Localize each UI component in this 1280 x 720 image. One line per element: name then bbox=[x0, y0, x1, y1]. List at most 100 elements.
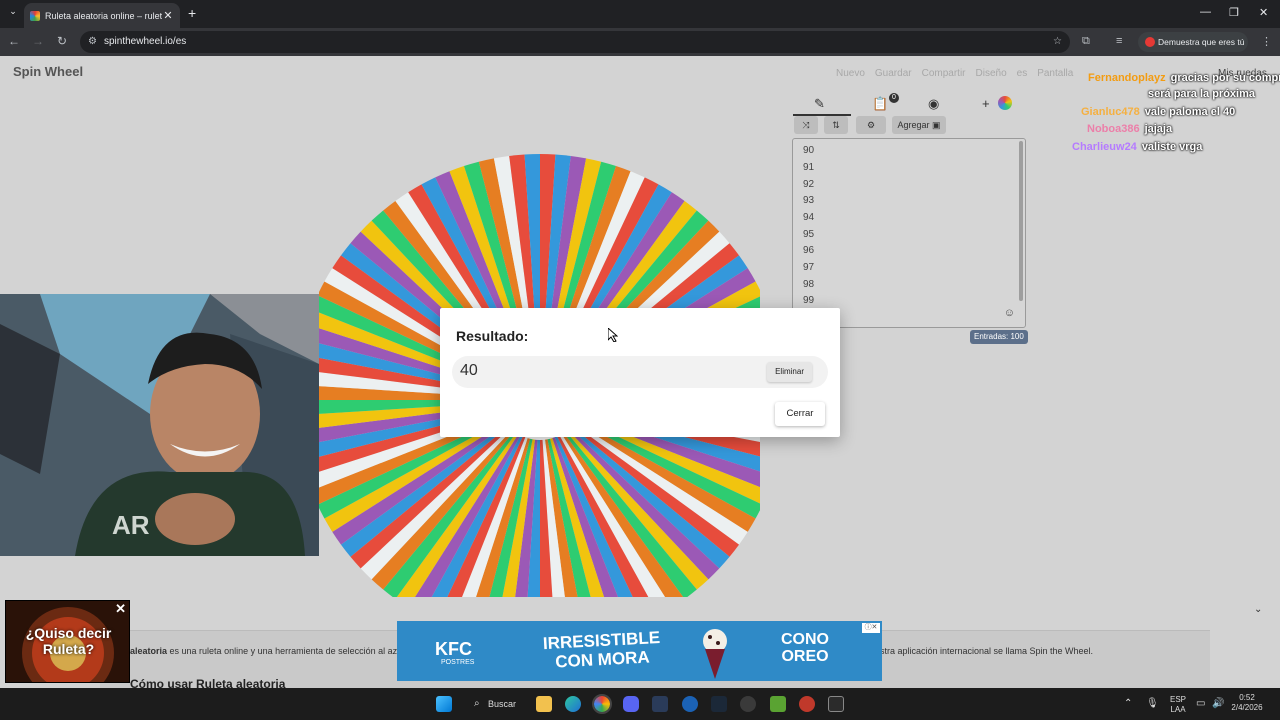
promo-text: ¿Quiso decir Ruleta? bbox=[25, 625, 112, 657]
settings-gear-icon[interactable]: ⚙ bbox=[856, 116, 886, 134]
ice-cream-cone-icon bbox=[703, 629, 727, 679]
obs-icon[interactable] bbox=[740, 696, 756, 712]
microphone-icon[interactable]: 🎙 bbox=[1146, 699, 1159, 709]
reload-icon[interactable]: ↻ bbox=[54, 34, 70, 48]
address-bar[interactable]: ⚙ spinthewheel.io/es ☆ bbox=[80, 31, 1070, 53]
entries-textarea[interactable]: 90 91 92 93 94 95 96 97 98 99 ☺ bbox=[792, 138, 1026, 328]
shuffle-button[interactable]: ⤨ bbox=[794, 116, 818, 134]
promo-close-icon[interactable]: ✕ bbox=[115, 601, 126, 617]
chat-message: Charlieuw24 valiste vrga bbox=[1072, 141, 1202, 153]
window-close-icon[interactable]: ✕ bbox=[1259, 6, 1268, 19]
back-icon[interactable]: ← bbox=[6, 34, 22, 48]
steam-icon[interactable] bbox=[711, 696, 727, 712]
nav-language[interactable]: es bbox=[1017, 68, 1028, 79]
browser-tab-bar: ⌄ Ruleta aleatoria online – ruleta ✕ + —… bbox=[0, 0, 1280, 28]
app-icon[interactable] bbox=[682, 696, 698, 712]
volume-icon[interactable]: 🔊 bbox=[1212, 699, 1224, 709]
chat-message: Gianluc478 vale paloma el 40 bbox=[1081, 106, 1235, 118]
ad-banner[interactable]: KFC POSTRES IRRESISTIBLE CON MORA CONO O… bbox=[397, 621, 882, 681]
edit-pencil-icon[interactable]: ✎ bbox=[814, 96, 825, 112]
entry-line: 92 bbox=[803, 179, 815, 190]
editor-tabs: ✎ 📋 0 ◉ + bbox=[792, 92, 1026, 116]
browser-menu-icon[interactable]: ⋮ bbox=[1261, 35, 1272, 48]
entry-line: 93 bbox=[803, 195, 815, 206]
start-icon[interactable] bbox=[436, 696, 452, 712]
media-control-icon[interactable]: ≡ bbox=[1116, 35, 1122, 47]
nav-fullscreen[interactable]: Pantalla bbox=[1037, 68, 1073, 79]
entries-scrollbar[interactable] bbox=[1019, 141, 1023, 301]
tab-close-icon[interactable]: ✕ bbox=[162, 9, 174, 22]
color-wheel-icon[interactable] bbox=[998, 96, 1012, 110]
restore-icon[interactable]: ❐ bbox=[1229, 6, 1239, 19]
entry-line: 94 bbox=[803, 212, 815, 223]
sort-button[interactable]: ⇅ bbox=[824, 116, 848, 134]
discord-icon[interactable] bbox=[623, 696, 639, 712]
entry-line: 90 bbox=[803, 145, 815, 156]
chat-username: Fernandoplayz bbox=[1088, 72, 1166, 84]
result-row: 40 Eliminar bbox=[452, 356, 828, 388]
ad-choices-icon[interactable]: ⓘ✕ bbox=[862, 623, 880, 633]
language-indicator[interactable]: ESP LAA bbox=[1166, 695, 1190, 715]
edge-icon[interactable] bbox=[565, 696, 581, 712]
verify-status-icon bbox=[1145, 37, 1155, 47]
lang-line2: LAA bbox=[1170, 705, 1186, 714]
remove-entry-button[interactable]: Eliminar bbox=[767, 362, 812, 382]
emoji-picker-icon[interactable]: ☺ bbox=[1004, 307, 1015, 319]
entry-line: 97 bbox=[803, 262, 815, 273]
nav-design[interactable]: Diseño bbox=[976, 68, 1007, 79]
clock[interactable]: 0:52 2/4/2026 bbox=[1228, 693, 1266, 713]
chat-username: Gianluc478 bbox=[1081, 106, 1140, 118]
entries-count-badge: Entradas: 100 bbox=[970, 330, 1028, 344]
hide-eye-icon[interactable]: ◉ bbox=[928, 96, 939, 112]
epic-games-icon[interactable] bbox=[828, 696, 844, 712]
network-icon[interactable]: ▭ bbox=[1196, 699, 1205, 709]
ad-product: CONO OREO bbox=[781, 631, 829, 665]
site-info-icon[interactable]: ⚙ bbox=[88, 31, 97, 53]
add-image-button[interactable]: Agregar ▣ bbox=[892, 116, 946, 134]
roulette-promo[interactable]: ¿Quiso decir Ruleta? ✕ bbox=[5, 600, 130, 683]
search-icon: ⌕ bbox=[474, 698, 480, 709]
verify-human-button[interactable]: Demuestra que eres tú bbox=[1138, 32, 1248, 52]
article-bold: aleatoria bbox=[130, 646, 168, 656]
clipboard-badge: 0 bbox=[889, 93, 899, 103]
add-plus-icon[interactable]: + bbox=[982, 96, 990, 111]
chat-username: Charlieuw24 bbox=[1072, 141, 1137, 153]
file-explorer-icon[interactable] bbox=[536, 696, 552, 712]
app-icon[interactable] bbox=[652, 696, 668, 712]
browser-toolbar: ← → ↻ ⚙ spinthewheel.io/es ☆ ⧉ ≡ Demuest… bbox=[0, 28, 1280, 56]
tab-search-icon[interactable]: ⌄ bbox=[6, 6, 20, 20]
clipboard-icon[interactable]: 📋 bbox=[872, 96, 888, 112]
minecraft-icon[interactable] bbox=[770, 696, 786, 712]
new-tab-icon[interactable]: + bbox=[188, 5, 196, 21]
nav-save[interactable]: Guardar bbox=[875, 68, 912, 79]
chat-username: Noboa386 bbox=[1087, 123, 1140, 135]
nav-new[interactable]: Nuevo bbox=[836, 68, 865, 79]
ad-slogan: IRRESISTIBLE CON MORA bbox=[542, 627, 661, 672]
verify-label: Demuestra que eres tú bbox=[1158, 37, 1245, 47]
entry-line: 95 bbox=[803, 229, 815, 240]
chat-text: será para la próxima bbox=[1148, 88, 1256, 100]
add-image-label: Agregar bbox=[897, 120, 930, 130]
scroll-down-chevron-icon[interactable]: ⌄ bbox=[1254, 604, 1262, 615]
browser-tab[interactable]: Ruleta aleatoria online – ruleta ✕ bbox=[24, 3, 180, 28]
extensions-icon[interactable]: ⧉ bbox=[1082, 35, 1090, 48]
tray-overflow-icon[interactable]: ⌃ bbox=[1124, 699, 1132, 709]
entry-line: 91 bbox=[803, 162, 815, 173]
forward-icon[interactable]: → bbox=[30, 34, 46, 48]
close-button[interactable]: Cerrar bbox=[775, 402, 825, 426]
site-logo[interactable]: Spin Wheel bbox=[13, 64, 83, 79]
tab-title: Ruleta aleatoria online – ruleta bbox=[45, 10, 162, 21]
chrome-icon[interactable] bbox=[592, 694, 612, 714]
minimize-icon[interactable]: — bbox=[1200, 6, 1211, 18]
app-icon[interactable] bbox=[799, 696, 815, 712]
entry-line: 96 bbox=[803, 245, 815, 256]
bookmark-star-icon[interactable]: ☆ bbox=[1053, 31, 1062, 53]
chat-text: vale paloma el 40 bbox=[1144, 106, 1236, 118]
streamer-webcam: AR bbox=[0, 294, 319, 556]
svg-text:AR: AR bbox=[112, 510, 150, 540]
search-label: Buscar bbox=[488, 699, 517, 709]
nav-share[interactable]: Compartir bbox=[922, 68, 966, 79]
chat-message: Fernandoplayz gracias por su compra bbox=[1088, 72, 1280, 84]
taskbar-search[interactable]: ⌕ Buscar bbox=[466, 693, 526, 715]
ad-brand-sub: POSTRES bbox=[441, 659, 475, 666]
